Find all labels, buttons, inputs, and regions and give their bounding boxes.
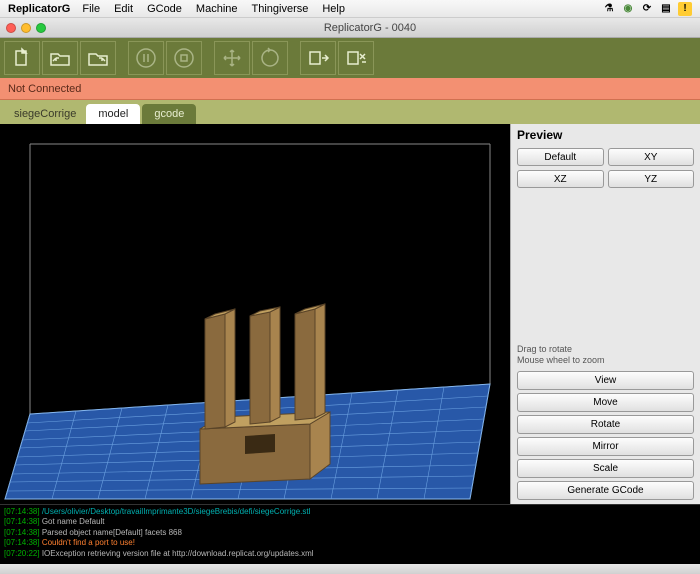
view-xy-button[interactable]: XY	[608, 148, 695, 166]
menu-machine[interactable]: Machine	[196, 3, 238, 15]
tab-model[interactable]: model	[86, 104, 140, 124]
open-button[interactable]	[42, 41, 78, 75]
menu-gcode[interactable]: GCode	[147, 3, 182, 15]
menu-edit[interactable]: Edit	[114, 3, 133, 15]
scale-button[interactable]: Scale	[517, 459, 694, 478]
move-button[interactable]: Move	[517, 393, 694, 412]
view-yz-button[interactable]: YZ	[608, 170, 695, 188]
mirror-button[interactable]: Mirror	[517, 437, 694, 456]
save-button[interactable]	[80, 41, 116, 75]
window-title: ReplicatorG - 0040	[46, 22, 694, 34]
menu-file[interactable]: File	[82, 3, 100, 15]
tab-gcode[interactable]: gcode	[142, 104, 196, 124]
reset-button[interactable]	[252, 41, 288, 75]
minimize-button[interactable]	[21, 23, 31, 33]
document-icon[interactable]: ▤	[659, 2, 673, 16]
rotate-button[interactable]: Rotate	[517, 415, 694, 434]
main-area: Preview Default XY XZ YZ Drag to rotate …	[0, 124, 700, 504]
preview-title: Preview	[517, 128, 694, 142]
mac-menubar: ReplicatorG File Edit GCode Machine Thin…	[0, 0, 700, 18]
app-name: ReplicatorG	[8, 3, 70, 15]
preview-sidebar: Preview Default XY XZ YZ Drag to rotate …	[510, 124, 700, 504]
warning-icon[interactable]: !	[678, 2, 692, 16]
flask-icon[interactable]: ⚗	[602, 2, 616, 16]
generate-gcode-button[interactable]: Generate GCode	[517, 481, 694, 500]
export-gcode-button[interactable]	[338, 41, 374, 75]
file-label: siegeCorrige	[4, 104, 86, 124]
zoom-button[interactable]	[36, 23, 46, 33]
traffic-lights	[6, 23, 46, 33]
new-button[interactable]	[4, 41, 40, 75]
viewport-scene	[0, 124, 510, 504]
viewport-hint: Drag to rotate Mouse wheel to zoom	[517, 344, 694, 367]
window-titlebar: ReplicatorG - 0040	[0, 18, 700, 38]
move-arrows-button[interactable]	[214, 41, 250, 75]
connection-status: Not Connected	[0, 78, 700, 100]
stop-button[interactable]	[166, 41, 202, 75]
status-text: Not Connected	[8, 83, 81, 95]
toolbar	[0, 38, 700, 78]
sync-icon[interactable]: ⟳	[640, 2, 654, 16]
console-output[interactable]: [07:14:38] /Users/olivier/Desktop/travai…	[0, 504, 700, 564]
camera-icon[interactable]: ◉	[621, 2, 635, 16]
pause-button[interactable]	[128, 41, 164, 75]
view-default-button[interactable]: Default	[517, 148, 604, 166]
model-object	[200, 304, 330, 484]
close-button[interactable]	[6, 23, 16, 33]
window-footer	[0, 564, 700, 574]
tab-row: siegeCorrige model gcode	[0, 100, 700, 124]
menubar-status-icons: ⚗ ◉ ⟳ ▤ !	[602, 2, 692, 16]
view-xz-button[interactable]: XZ	[517, 170, 604, 188]
3d-viewport[interactable]	[0, 124, 510, 504]
menu-thingiverse[interactable]: Thingiverse	[252, 3, 309, 15]
send-gcode-button[interactable]	[300, 41, 336, 75]
view-button[interactable]: View	[517, 371, 694, 390]
menu-help[interactable]: Help	[322, 3, 345, 15]
